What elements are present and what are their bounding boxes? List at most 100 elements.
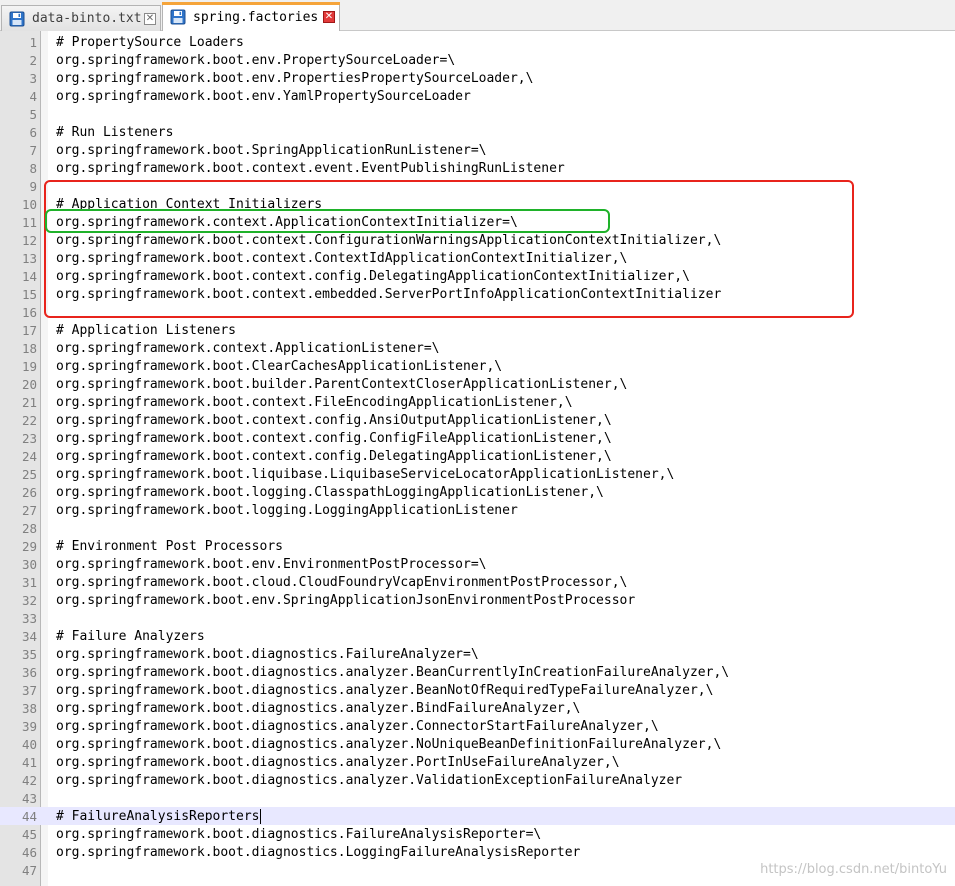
code-lines[interactable]: 1 # PropertySource Loaders 2 org.springfram…	[0, 33, 955, 879]
line-text[interactable]: # Run Listeners	[56, 125, 173, 140]
code-line[interactable]: 18 org.springframework.context.Applicatio…	[0, 339, 955, 357]
line-text[interactable]: org.springframework.boot.diagnostics.ana…	[56, 701, 580, 716]
code-line[interactable]: 46 org.springframework.boot.diagnostics.L…	[0, 843, 955, 861]
line-text[interactable]: org.springframework.boot.env.YamlPropert…	[56, 89, 471, 104]
text-editor[interactable]: 1 # PropertySource Loaders 2 org.springfram…	[0, 31, 955, 886]
line-number: 39	[21, 718, 37, 734]
line-number: 3	[29, 70, 37, 86]
line-number: 6	[29, 124, 37, 140]
line-number: 33	[21, 610, 37, 626]
code-line[interactable]: 41 org.springframework.boot.diagnostics.a…	[0, 753, 955, 771]
line-text[interactable]: org.springframework.boot.diagnostics.ana…	[56, 755, 620, 770]
line-text[interactable]: # PropertySource Loaders	[56, 35, 244, 50]
line-number: 28	[21, 520, 37, 536]
line-text[interactable]: # Application Listeners	[56, 323, 236, 338]
line-number: 26	[21, 484, 37, 500]
code-line[interactable]: 25 org.springframework.boot.liquibase.Liq…	[0, 465, 955, 483]
code-line[interactable]: 8 org.springframework.boot.context.event.…	[0, 159, 955, 177]
code-line[interactable]: 30 org.springframework.boot.env.Environme…	[0, 555, 955, 573]
line-text[interactable]: org.springframework.boot.context.event.E…	[56, 161, 565, 176]
line-number: 20	[21, 376, 37, 392]
line-number: 9	[29, 178, 37, 194]
code-line[interactable]: 17 # Application Listeners	[0, 321, 955, 339]
tab-spring-factories[interactable]: spring.factories ✕	[162, 2, 340, 31]
code-line[interactable]: 44 # FailureAnalysisReporters	[0, 807, 955, 825]
line-text[interactable]: org.springframework.boot.logging.Logging…	[56, 503, 518, 518]
line-number: 24	[21, 448, 37, 464]
line-text[interactable]: org.springframework.boot.builder.ParentC…	[56, 377, 627, 392]
code-line[interactable]: 35 org.springframework.boot.diagnostics.F…	[0, 645, 955, 663]
code-line[interactable]: 28	[0, 519, 955, 537]
line-text[interactable]: # FailureAnalysisReporters	[56, 808, 261, 824]
code-line[interactable]: 33	[0, 609, 955, 627]
line-number: 45	[21, 826, 37, 842]
line-number: 47	[21, 862, 37, 878]
code-line[interactable]: 42 org.springframework.boot.diagnostics.a…	[0, 771, 955, 789]
code-line[interactable]: 36 org.springframework.boot.diagnostics.a…	[0, 663, 955, 681]
line-text[interactable]: org.springframework.boot.diagnostics.ana…	[56, 719, 659, 734]
code-line[interactable]: 22 org.springframework.boot.context.confi…	[0, 411, 955, 429]
line-number: 42	[21, 772, 37, 788]
line-number: 5	[29, 106, 37, 122]
code-line[interactable]: 5	[0, 105, 955, 123]
line-number: 46	[21, 844, 37, 860]
line-text[interactable]: org.springframework.boot.context.config.…	[56, 413, 612, 428]
code-line[interactable]: 19 org.springframework.boot.ClearCachesAp…	[0, 357, 955, 375]
code-line[interactable]: 21 org.springframework.boot.context.FileE…	[0, 393, 955, 411]
close-icon[interactable]: ✕	[323, 11, 335, 23]
line-number: 7	[29, 142, 37, 158]
line-number: 16	[21, 304, 37, 320]
code-line[interactable]: 2 org.springframework.boot.env.PropertySo…	[0, 51, 955, 69]
line-text[interactable]: org.springframework.boot.ClearCachesAppl…	[56, 359, 502, 374]
line-number: 23	[21, 430, 37, 446]
code-line[interactable]: 6 # Run Listeners	[0, 123, 955, 141]
line-text[interactable]: org.springframework.boot.env.PropertiesP…	[56, 71, 533, 86]
code-line[interactable]: 38 org.springframework.boot.diagnostics.a…	[0, 699, 955, 717]
tab-data-binto[interactable]: data-binto.txt ✕	[1, 5, 161, 31]
line-text[interactable]: org.springframework.boot.diagnostics.Fai…	[56, 827, 541, 842]
code-line[interactable]: 23 org.springframework.boot.context.confi…	[0, 429, 955, 447]
line-text[interactable]: org.springframework.boot.diagnostics.ana…	[56, 773, 682, 788]
code-line[interactable]: 40 org.springframework.boot.diagnostics.a…	[0, 735, 955, 753]
line-text[interactable]: org.springframework.boot.context.config.…	[56, 449, 612, 464]
code-line[interactable]: 7 org.springframework.boot.SpringApplicat…	[0, 141, 955, 159]
line-text[interactable]: org.springframework.boot.diagnostics.Log…	[56, 845, 580, 860]
close-icon[interactable]: ✕	[144, 12, 156, 25]
line-text[interactable]: org.springframework.boot.diagnostics.Fai…	[56, 647, 479, 662]
line-text[interactable]: org.springframework.boot.context.config.…	[56, 431, 612, 446]
code-line[interactable]: 31 org.springframework.boot.cloud.CloudFo…	[0, 573, 955, 591]
code-line[interactable]: 29 # Environment Post Processors	[0, 537, 955, 555]
line-number: 41	[21, 754, 37, 770]
code-line[interactable]: 27 org.springframework.boot.logging.Loggi…	[0, 501, 955, 519]
code-line[interactable]: 24 org.springframework.boot.context.confi…	[0, 447, 955, 465]
line-text[interactable]: org.springframework.boot.diagnostics.ana…	[56, 737, 721, 752]
line-text[interactable]: org.springframework.boot.SpringApplicati…	[56, 143, 486, 158]
line-text[interactable]: org.springframework.boot.env.SpringAppli…	[56, 593, 635, 608]
line-text[interactable]: org.springframework.context.ApplicationL…	[56, 341, 440, 356]
text-caret	[259, 808, 261, 824]
line-text[interactable]: # Environment Post Processors	[56, 539, 283, 554]
line-text[interactable]: org.springframework.boot.env.PropertySou…	[56, 53, 455, 68]
code-line[interactable]: 20 org.springframework.boot.builder.Paren…	[0, 375, 955, 393]
line-text[interactable]: # Failure Analyzers	[56, 629, 205, 644]
code-line[interactable]: 32 org.springframework.boot.env.SpringApp…	[0, 591, 955, 609]
line-text[interactable]: org.springframework.boot.env.Environment…	[56, 557, 486, 572]
line-number: 14	[21, 268, 37, 284]
code-line[interactable]: 3 org.springframework.boot.env.Properties…	[0, 69, 955, 87]
code-line[interactable]: 26 org.springframework.boot.logging.Class…	[0, 483, 955, 501]
code-line[interactable]: 4 org.springframework.boot.env.YamlProper…	[0, 87, 955, 105]
code-line[interactable]: 1 # PropertySource Loaders	[0, 33, 955, 51]
line-text[interactable]: org.springframework.boot.logging.Classpa…	[56, 485, 604, 500]
line-number: 17	[21, 322, 37, 338]
line-text[interactable]: org.springframework.boot.liquibase.Liqui…	[56, 467, 674, 482]
code-line[interactable]: 34 # Failure Analyzers	[0, 627, 955, 645]
code-line[interactable]: 39 org.springframework.boot.diagnostics.a…	[0, 717, 955, 735]
line-text[interactable]: org.springframework.boot.cloud.CloudFoun…	[56, 575, 627, 590]
line-text[interactable]: org.springframework.boot.diagnostics.ana…	[56, 665, 729, 680]
code-line[interactable]: 43	[0, 789, 955, 807]
code-line[interactable]: 37 org.springframework.boot.diagnostics.a…	[0, 681, 955, 699]
code-line[interactable]: 45 org.springframework.boot.diagnostics.F…	[0, 825, 955, 843]
line-text[interactable]: org.springframework.boot.diagnostics.ana…	[56, 683, 713, 698]
line-text[interactable]: org.springframework.boot.context.FileEnc…	[56, 395, 573, 410]
line-number: 27	[21, 502, 37, 518]
